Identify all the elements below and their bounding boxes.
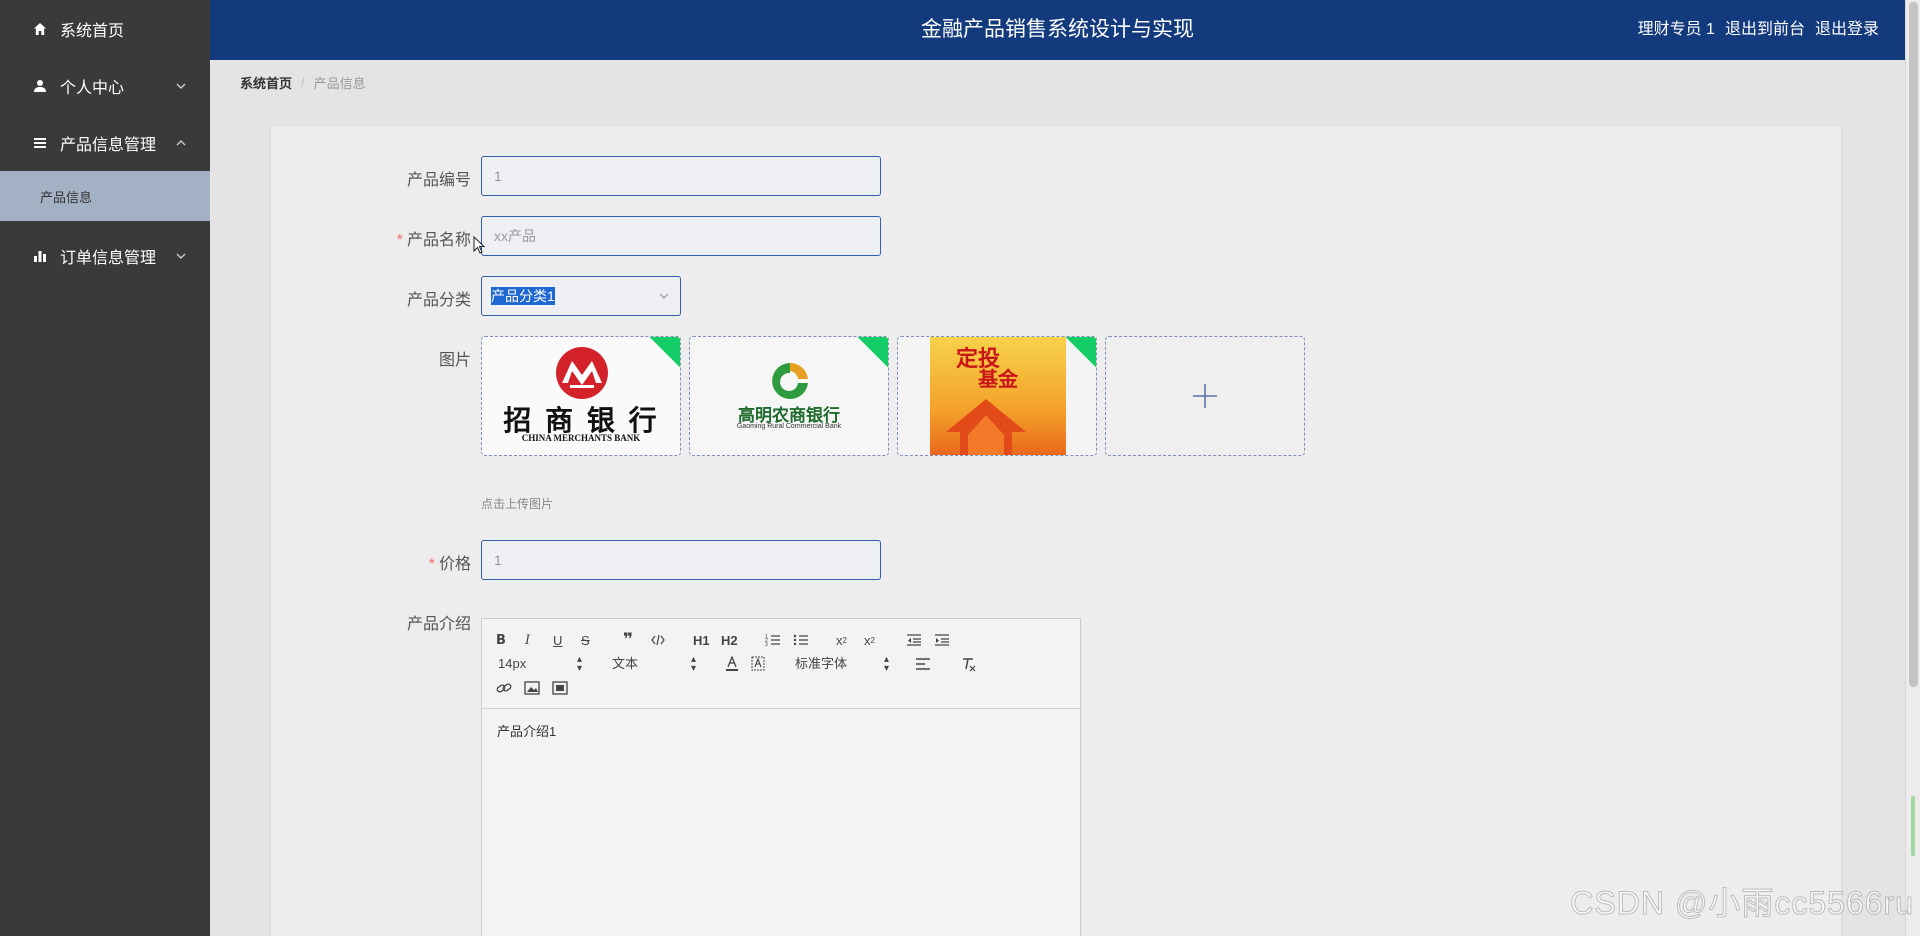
- image-label: 图片: [438, 352, 471, 369]
- image-icon[interactable]: [524, 679, 540, 697]
- bar-chart-icon: [32, 248, 48, 264]
- category-label: 产品分类: [406, 292, 471, 309]
- indent-icon[interactable]: [934, 631, 950, 649]
- link-icon[interactable]: [496, 679, 512, 697]
- align-left-icon[interactable]: [915, 655, 931, 673]
- sidebar-item-label: 订单信息管理: [60, 249, 157, 267]
- price-label: * 价格: [428, 556, 471, 573]
- subscript-icon[interactable]: x2: [836, 631, 847, 649]
- front-link[interactable]: 退出到前台: [1725, 0, 1805, 60]
- logout-link[interactable]: 退出登录: [1815, 0, 1879, 60]
- category-selected-value: 产品分类1: [491, 287, 555, 305]
- superscript-icon[interactable]: x2: [864, 631, 875, 649]
- home-icon: [32, 21, 48, 37]
- chevron-down-icon: [176, 83, 186, 89]
- required-mark: *: [396, 232, 403, 249]
- outdent-icon[interactable]: [906, 631, 922, 649]
- category-select[interactable]: 产品分类1: [481, 276, 681, 316]
- background-color-icon[interactable]: [751, 655, 765, 673]
- intro-label: 产品介绍: [406, 616, 471, 633]
- breadcrumb-home[interactable]: 系统首页: [240, 73, 292, 92]
- chevron-down-icon: [659, 293, 669, 299]
- sidebar-item-order-management[interactable]: 订单信息管理: [0, 227, 210, 284]
- product-no-input[interactable]: 1: [481, 156, 881, 196]
- font-family-picker[interactable]: 标准字体 ▴ ▾: [795, 655, 889, 674]
- image-thumbnail-1[interactable]: 招 商 银 行 CHINA MERCHANTS BANK: [481, 336, 681, 456]
- vertical-scrollbar[interactable]: [1905, 0, 1920, 936]
- bullet-list-icon[interactable]: [793, 631, 809, 649]
- italic-icon[interactable]: I: [525, 631, 530, 649]
- list-icon: [32, 135, 48, 151]
- required-mark: *: [428, 556, 435, 573]
- sidebar: 系统首页 个人中心 产品信息管理 产品信息 订单信息管理: [0, 0, 210, 936]
- image-thumbnail-3[interactable]: 定投 基金: [897, 336, 1097, 456]
- clear-format-icon[interactable]: [961, 655, 977, 673]
- underline-icon[interactable]: U: [553, 631, 562, 649]
- user-icon: [32, 78, 48, 94]
- rich-text-editor: B I U S ❞ H1 H2 123 x2 x2 14px ▴ ▾ 文本 ▴ ▾: [481, 618, 1081, 936]
- blockquote-icon[interactable]: ❞: [623, 630, 633, 649]
- sidebar-item-home[interactable]: 系统首页: [0, 0, 210, 57]
- sidebar-item-product-management[interactable]: 产品信息管理: [0, 114, 210, 171]
- sidebar-item-product-info[interactable]: 产品信息: [0, 171, 210, 221]
- image-thumbnail-2[interactable]: 高明农商银行 Gaoming Rural Commercial Bank: [689, 336, 889, 456]
- chevron-down-icon: [176, 253, 186, 259]
- sidebar-item-label: 产品信息管理: [60, 136, 157, 154]
- watermark: CSDN @小雨cc5566ru: [1570, 885, 1914, 922]
- scroll-indicator: [1911, 796, 1915, 856]
- svg-text:3: 3: [765, 642, 768, 647]
- upload-hint: 点击上传图片: [481, 497, 554, 511]
- plus-icon: [1193, 384, 1217, 408]
- top-header: 金融产品销售系统设计与实现 理财专员 1 退出到前台 退出登录: [210, 0, 1905, 60]
- breadcrumb-separator: /: [301, 75, 305, 90]
- breadcrumb-current: 产品信息: [313, 76, 366, 91]
- code-block-icon[interactable]: [651, 631, 665, 649]
- gaoming-bank-logo: [690, 337, 888, 455]
- mouse-cursor-icon: [473, 236, 485, 254]
- sidebar-item-label: 个人中心: [60, 79, 125, 97]
- heading-2-icon[interactable]: H2: [721, 631, 738, 649]
- chevron-up-icon: [176, 139, 186, 145]
- video-icon[interactable]: [552, 679, 568, 697]
- product-no-label: 产品编号: [406, 172, 471, 189]
- sidebar-item-label: 系统首页: [60, 22, 125, 40]
- product-name-input[interactable]: xx产品: [481, 216, 881, 256]
- editor-content[interactable]: 产品介绍1: [482, 709, 1080, 752]
- ordered-list-icon[interactable]: 123: [765, 631, 781, 649]
- font-size-picker[interactable]: 14px ▴ ▾: [498, 655, 582, 674]
- heading-1-icon[interactable]: H1: [693, 631, 710, 649]
- price-input[interactable]: 1: [481, 540, 881, 580]
- sidebar-item-personal-center[interactable]: 个人中心: [0, 57, 210, 114]
- text-color-icon[interactable]: [725, 655, 739, 673]
- editor-toolbar: B I U S ❞ H1 H2 123 x2 x2 14px ▴ ▾ 文本 ▴ ▾: [482, 619, 1080, 709]
- product-name-label: * 产品名称: [396, 232, 471, 249]
- bold-icon[interactable]: B: [496, 631, 506, 649]
- current-user: 理财专员 1: [1637, 21, 1715, 38]
- header-picker[interactable]: 文本 ▴ ▾: [612, 655, 696, 674]
- strike-icon[interactable]: S: [581, 631, 590, 649]
- breadcrumb: 系统首页 / 产品信息: [240, 73, 366, 92]
- upload-image-button[interactable]: [1105, 336, 1305, 456]
- scrollbar-thumb[interactable]: [1909, 2, 1918, 687]
- sidebar-item-label: 产品信息: [40, 189, 93, 205]
